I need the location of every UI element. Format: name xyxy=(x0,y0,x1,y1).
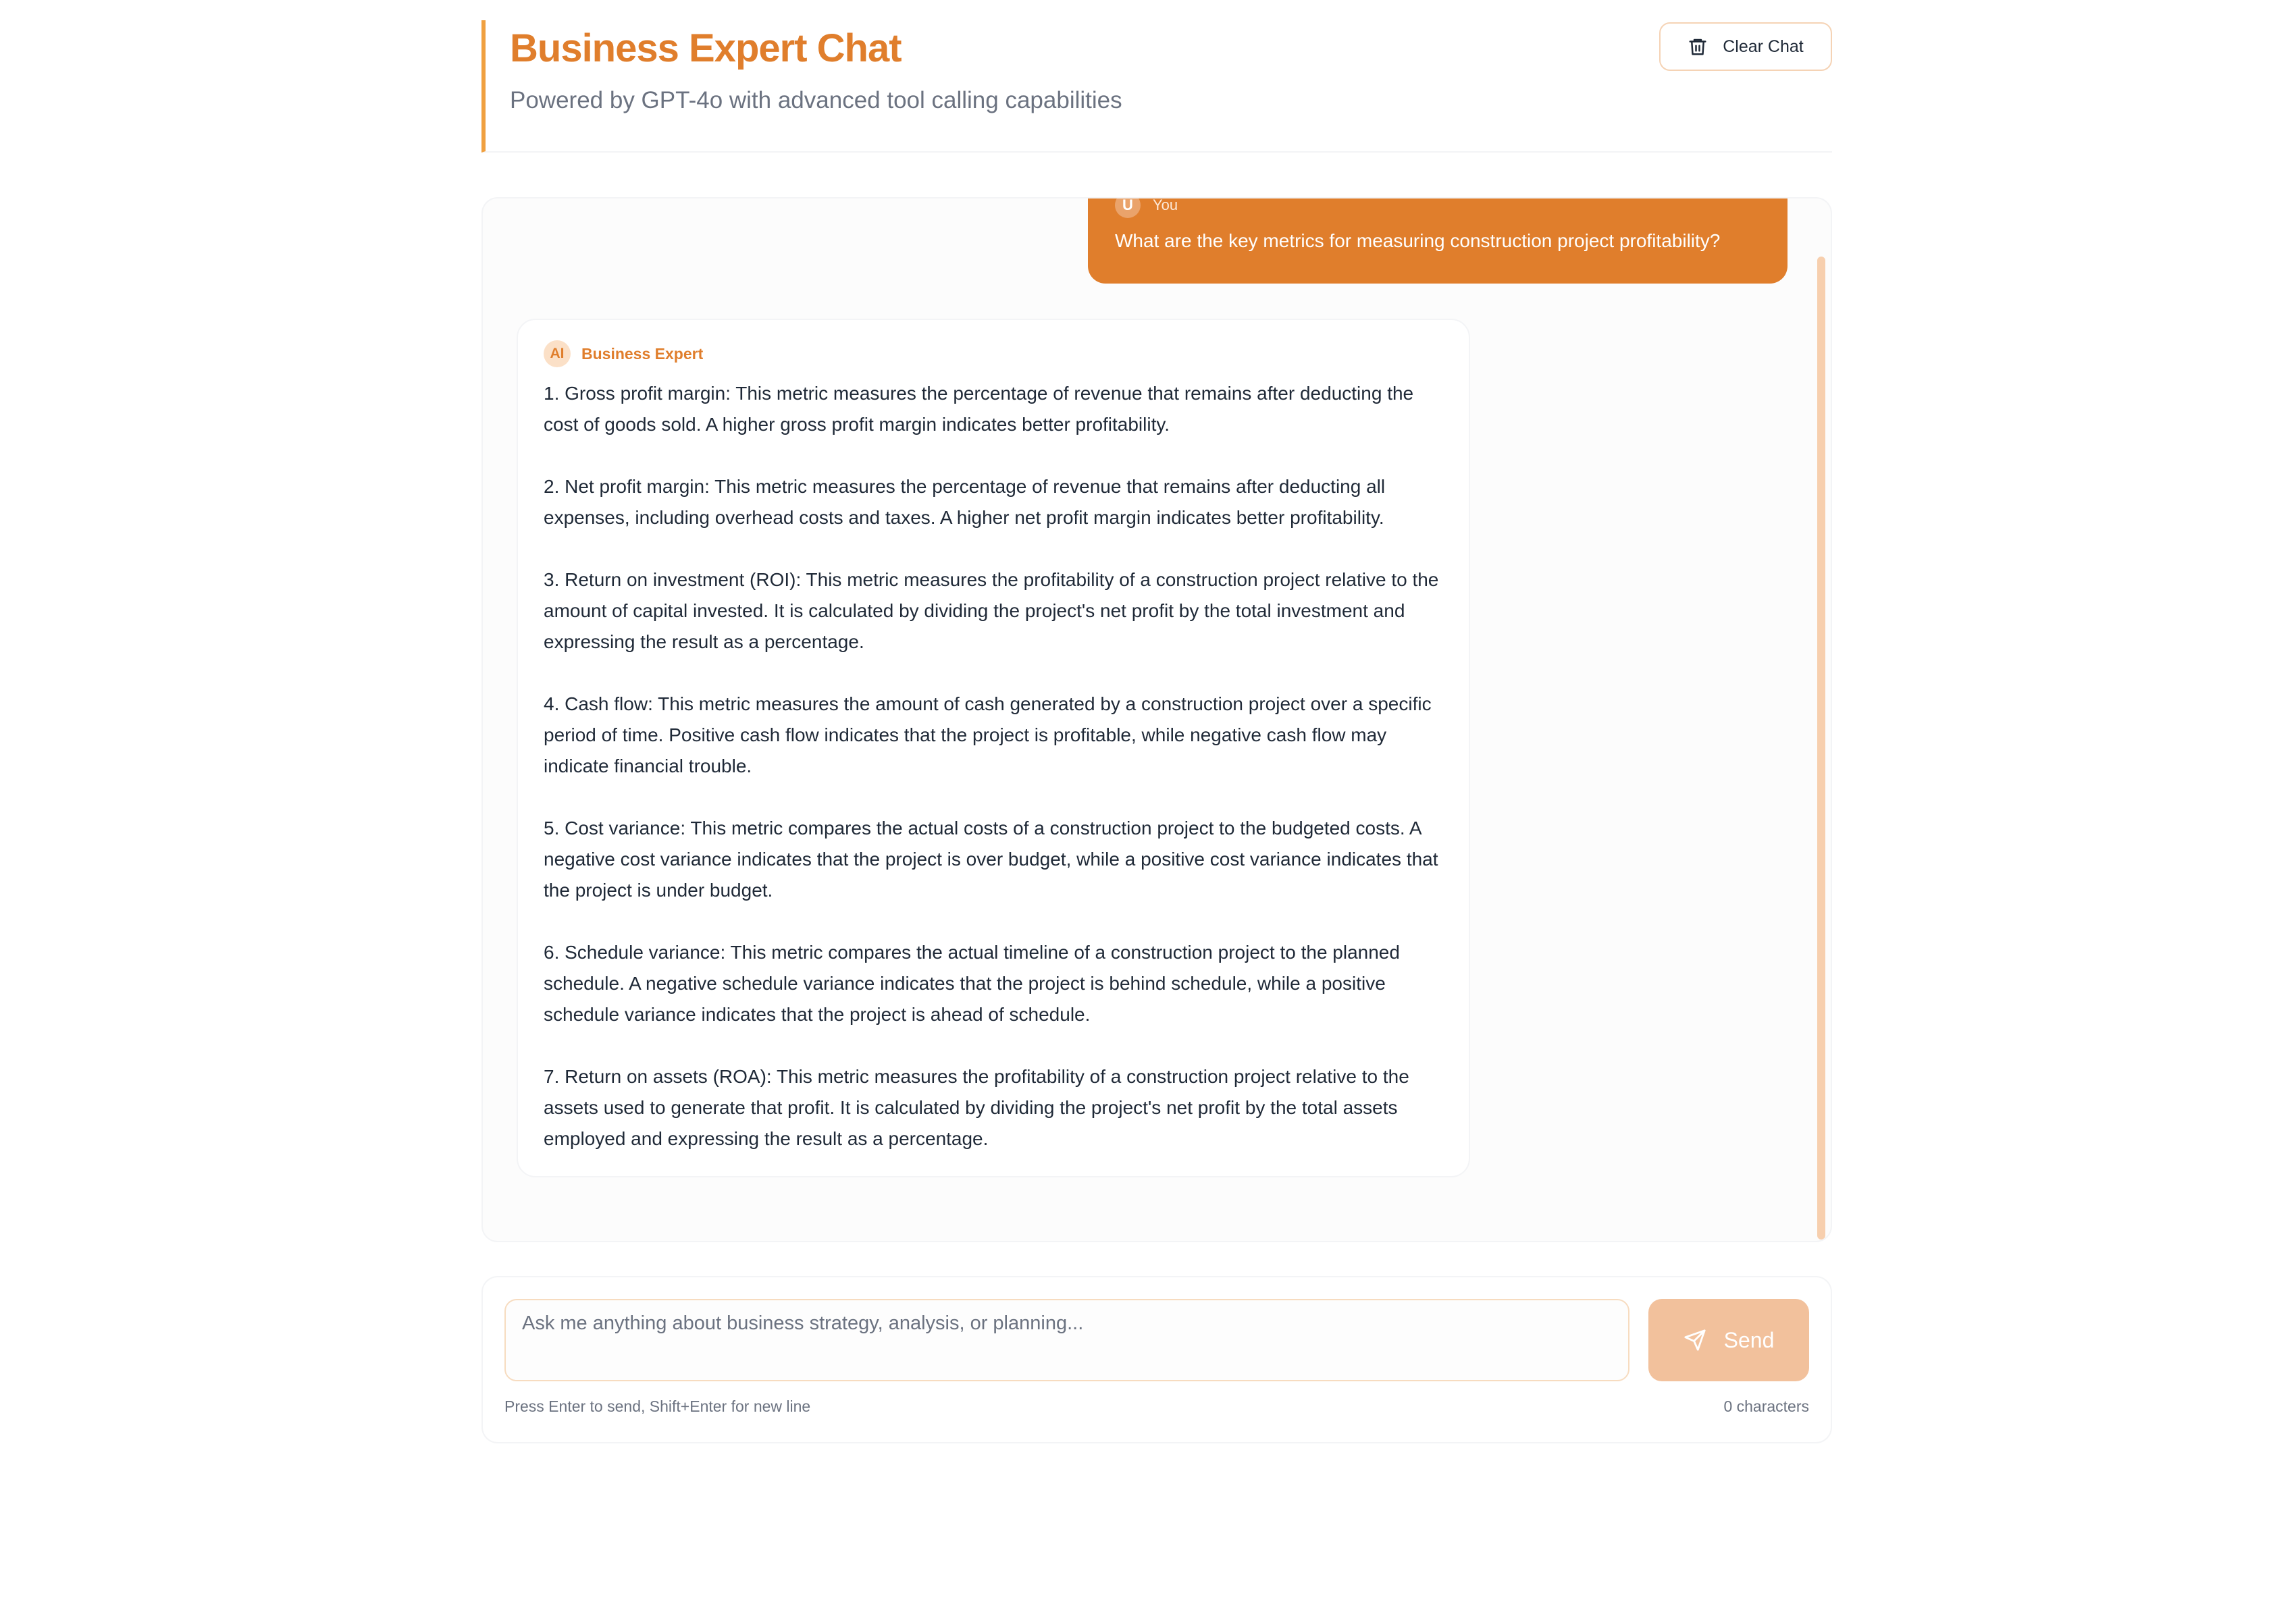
clear-chat-label: Clear Chat xyxy=(1723,36,1804,56)
ai-paragraph: 1. Gross profit margin: This metric meas… xyxy=(544,383,1414,435)
clear-chat-button[interactable]: Clear Chat xyxy=(1659,22,1832,71)
page-title: Business Expert Chat xyxy=(510,26,902,70)
ai-paragraph: 6. Schedule variance: This metric compar… xyxy=(544,942,1400,1025)
send-label: Send xyxy=(1723,1327,1775,1352)
user-avatar: U xyxy=(1115,198,1141,218)
ai-message-body: 1. Gross profit margin: This metric meas… xyxy=(544,378,1443,1154)
character-count: 0 characters xyxy=(1723,1398,1809,1415)
send-icon xyxy=(1684,1329,1706,1351)
send-button[interactable]: Send xyxy=(1648,1299,1809,1381)
page-subtitle: Powered by GPT-4o with advanced tool cal… xyxy=(510,87,1122,113)
page-header: Business Expert Chat Powered by GPT-4o w… xyxy=(481,20,1832,153)
chat-messages[interactable]: U You What are the key metrics for measu… xyxy=(481,197,1832,1242)
ai-paragraph: 4. Cash flow: This metric measures the a… xyxy=(544,693,1432,776)
ai-message: AI Business Expert 1. Gross profit margi… xyxy=(517,319,1470,1177)
trash-icon xyxy=(1689,38,1706,55)
ai-paragraph: 7. Return on assets (ROA): This metric m… xyxy=(544,1066,1409,1149)
chat-scrollbar[interactable] xyxy=(1817,257,1825,1240)
ai-avatar: AI xyxy=(544,340,571,367)
keyboard-hint: Press Enter to send, Shift+Enter for new… xyxy=(504,1398,811,1415)
user-message-text: What are the key metrics for measuring c… xyxy=(1115,230,1721,251)
user-name: You xyxy=(1153,197,1178,213)
message-composer: Send Press Enter to send, Shift+Enter fo… xyxy=(481,1276,1832,1443)
ai-message-header: AI Business Expert xyxy=(544,339,1443,369)
app-page: Business Expert Chat Powered by GPT-4o w… xyxy=(481,20,1832,1443)
ai-paragraph: 5. Cost variance: This metric compares t… xyxy=(544,818,1438,901)
ai-paragraph: 2. Net profit margin: This metric measur… xyxy=(544,476,1386,528)
message-input[interactable] xyxy=(504,1299,1629,1381)
user-message-header: U You xyxy=(1115,197,1178,219)
user-message: U You What are the key metrics for measu… xyxy=(1088,197,1788,284)
ai-name: Business Expert xyxy=(581,344,704,363)
ai-paragraph: 3. Return on investment (ROI): This metr… xyxy=(544,569,1439,652)
